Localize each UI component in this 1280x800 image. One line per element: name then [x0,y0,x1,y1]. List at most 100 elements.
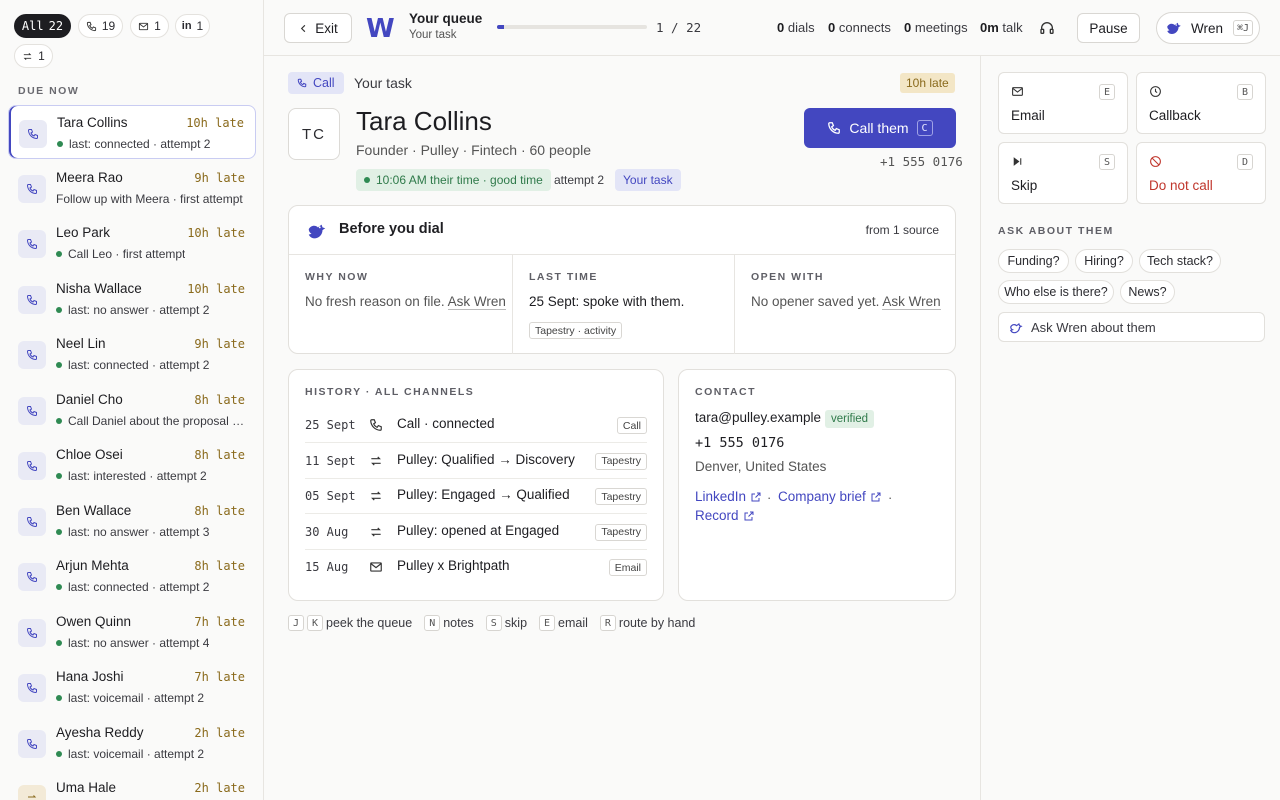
question-chip[interactable]: News? [1120,280,1175,304]
filter-linkedin[interactable]: in 1 [175,14,210,38]
queue-item[interactable]: Meera Rao 9h late Follow up with Meera · f… [8,161,256,215]
call-them-button[interactable]: Call them C [804,108,956,148]
queue-item[interactable]: Ayesha Reddy 2h late last: voicemail · att… [8,716,256,770]
phone-icon [26,516,37,527]
external-link-icon [751,492,761,501]
history-row[interactable]: 30 Aug Pulley: opened at Engaged Tapestry [305,514,647,550]
last-time-section: LAST TIME 25 Sept: spoke with them. Tape… [512,254,734,354]
queue-item[interactable]: Uma Hale 2h late [8,771,256,800]
wren-bird-icon [308,224,326,239]
queue-item[interactable]: Arjun Mehta 8h late last: connected · atte… [8,549,256,603]
ask-wren-input[interactable]: Ask Wren about them [998,312,1265,342]
queue-item-late: 8h late [194,503,245,518]
ask-wren-link[interactable]: Ask Wren [447,294,506,310]
wren-bird-icon [1009,322,1023,334]
filter-emails[interactable]: 1 [130,14,169,38]
assistant-button[interactable]: Wren ⌘J [1156,12,1260,44]
queue-item-subtitle: last: no answer · attempt 4 [56,636,246,650]
phone-icon [26,294,37,305]
history-row[interactable]: 15 Aug Pulley x Brightpath Email [305,549,647,585]
why-now-text: No fresh reason on file. Ask Wren [305,294,506,310]
queue-item-name: Ayesha Reddy [56,724,144,740]
phone-icon [86,21,96,31]
queue-item-subtitle: Follow up with Meera · first attempt [56,192,246,206]
assistant-name: Wren [1191,20,1224,36]
status-dot [56,251,62,257]
question-chip[interactable]: Tech stack? [1139,249,1221,273]
queue-item[interactable]: Daniel Cho 8h late Call Daniel about the p… [8,383,256,437]
action-do-not-call-button[interactable]: D Do not call [1136,142,1266,204]
queue-item-late: 7h late [194,614,245,629]
phone-icon [26,572,37,583]
queue-item-late: 8h late [194,448,245,462]
pause-button[interactable]: Pause [1077,13,1140,43]
ask-heading: ASK ABOUT THEM [998,225,1114,237]
queue-progress-fill [497,25,504,29]
verified-badge: verified [825,410,875,428]
stat-dials-count: 0 [777,20,785,35]
queue-item-type [18,674,46,702]
link-separator: · [767,490,772,505]
phone-icon [26,405,37,416]
last-time-heading: LAST TIME [529,271,598,283]
record-link[interactable]: Record [695,508,755,523]
contact-phone[interactable]: +1 555 0176 [695,435,784,451]
status-dot [56,417,62,424]
queue-item[interactable]: Tara Collins 10h late last: connected · at… [8,105,256,159]
history-text: Pulley x Brightpath [397,558,510,573]
filter-routes[interactable]: 1 [14,44,53,68]
history-row[interactable]: 25 Sept Call · connected Call [305,407,647,443]
stat-talk-label: talk [1002,20,1023,35]
queue-item-subtitle-text: Follow up with Meera · first attempt [56,191,243,206]
source-count: from 1 source [865,223,939,237]
company-brief-link[interactable]: Company brief [778,489,882,504]
linkedin-link[interactable]: LinkedIn [695,489,762,504]
queue-item[interactable]: Owen Quinn 7h late last: no answer · attem… [8,605,256,659]
history-badge: Tapestry [595,452,647,470]
queue-item[interactable]: Ben Wallace 8h late last: no answer · atte… [8,494,256,548]
before-you-dial-title: Before you dial [339,221,444,237]
queue-item-late: 8h late [194,559,245,573]
history-card: HISTORY · ALL CHANNELS 25 Sept Call · con… [288,369,664,601]
queue-item-late: 2h late [194,781,245,795]
filter-emails-count: 1 [154,19,161,33]
history-row[interactable]: 11 Sept Pulley: Qualified → Discovery Tape… [305,443,647,479]
question-chip[interactable]: Who else is there? [998,280,1114,304]
action-email-button[interactable]: E Email [998,72,1128,134]
task-type-label: Call [313,76,335,90]
queue-item-type [18,230,46,258]
queue-item-late: 7h late [194,670,245,684]
history-date: 30 Aug [305,524,349,539]
filter-all-count: 22 [48,19,64,33]
exit-button[interactable]: Exit [284,13,352,43]
action-callback-button[interactable]: B Callback [1136,72,1266,134]
clock-icon [1150,86,1161,97]
history-row[interactable]: 05 Sept Pulley: Engaged → Qualified Tapest… [305,478,647,514]
action-skip-button[interactable]: S Skip [998,142,1128,204]
ask-wren-link[interactable]: Ask Wren [882,294,941,310]
queue-item[interactable]: Nisha Wallace 10h late last: no answer · a… [8,272,256,326]
company-brief-label: Company brief [778,489,866,504]
queue-item-subtitle: last: connected · attempt 2 [56,580,246,594]
queue-item[interactable]: Chloe Osei 8h late last: interested · atte… [8,438,256,492]
action-shortcut: E [1099,84,1115,100]
stat-meetings: 0 meetings [904,20,968,35]
question-chip[interactable]: Funding? [998,249,1069,273]
status-dot [56,528,62,535]
queue-item[interactable]: Hana Joshi 7h late last: voicemail · attem… [8,660,256,714]
queue-item[interactable]: Leo Park 10h late Call Leo · first attempt [8,216,256,270]
question-chip[interactable]: Hiring? [1075,249,1133,273]
history-date: 15 Aug [305,560,349,574]
contact-meta: Founder · Pulley · Fintech · 60 people [356,142,592,158]
status-dot [56,584,62,590]
open-with-body: No opener saved yet. [751,294,880,309]
filter-calls[interactable]: 19 [78,14,123,38]
headset-icon[interactable] [1039,20,1055,36]
contact-email[interactable]: tara@pulley.example [695,410,821,425]
source-tag: Tapestry · activity [529,322,623,339]
stat-meetings-count: 0 [904,20,912,35]
queue-item-subtitle: last: no answer · attempt 3 [56,525,246,539]
queue-item[interactable]: Neel Lin 9h late last: connected · attempt… [8,327,256,381]
phone-icon [26,350,37,361]
filter-all[interactable]: All 22 [14,14,71,38]
